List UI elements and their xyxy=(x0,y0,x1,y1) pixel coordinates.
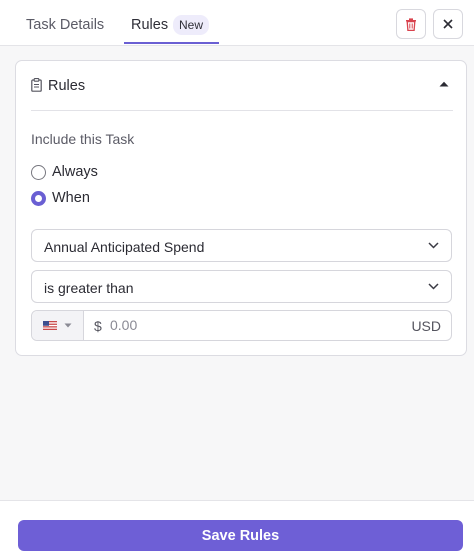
close-button[interactable] xyxy=(433,9,463,39)
field-select[interactable]: Annual Anticipated Spend xyxy=(31,229,452,262)
currency-code: USD xyxy=(411,318,441,334)
chevron-down-icon xyxy=(428,283,439,290)
delete-button[interactable] xyxy=(396,9,426,39)
new-badge: New xyxy=(173,15,210,35)
tab-task-details[interactable]: Task Details xyxy=(26,0,104,44)
rules-card-header[interactable]: Rules xyxy=(31,61,453,111)
tab-rules-label: Rules xyxy=(131,17,169,33)
radio-always[interactable]: Always xyxy=(31,163,98,181)
operator-select-value: is greater than xyxy=(44,280,134,296)
radio-always-circle[interactable] xyxy=(31,164,46,180)
us-flag-icon xyxy=(43,321,57,330)
close-icon xyxy=(443,19,453,29)
save-rules-button[interactable]: Save Rules xyxy=(18,520,463,551)
caret-up-icon[interactable] xyxy=(439,81,449,87)
chevron-down-icon xyxy=(428,242,439,249)
rules-card: Rules Include this Task Always When Annu… xyxy=(15,60,467,356)
tab-rules[interactable]: Rules New xyxy=(124,0,219,44)
radio-when-label: When xyxy=(52,190,90,206)
caret-down-icon xyxy=(64,323,72,328)
currency-symbol: $ xyxy=(94,318,102,334)
operator-select[interactable]: is greater than xyxy=(31,270,452,303)
top-tab-bar: Task Details Rules New xyxy=(0,0,474,46)
field-select-value: Annual Anticipated Spend xyxy=(44,239,205,255)
footer-bar: Save Rules xyxy=(0,500,474,556)
radio-when-circle[interactable] xyxy=(31,190,46,206)
radio-always-label: Always xyxy=(52,164,98,180)
clipboard-icon xyxy=(31,78,42,92)
amount-input[interactable] xyxy=(110,314,390,336)
rules-card-title: Rules xyxy=(48,78,86,94)
radio-when[interactable]: When xyxy=(31,189,90,207)
amount-field: $ USD xyxy=(31,310,452,341)
currency-picker[interactable] xyxy=(32,311,84,340)
trash-icon xyxy=(406,17,416,31)
include-task-label: Include this Task xyxy=(31,131,135,147)
